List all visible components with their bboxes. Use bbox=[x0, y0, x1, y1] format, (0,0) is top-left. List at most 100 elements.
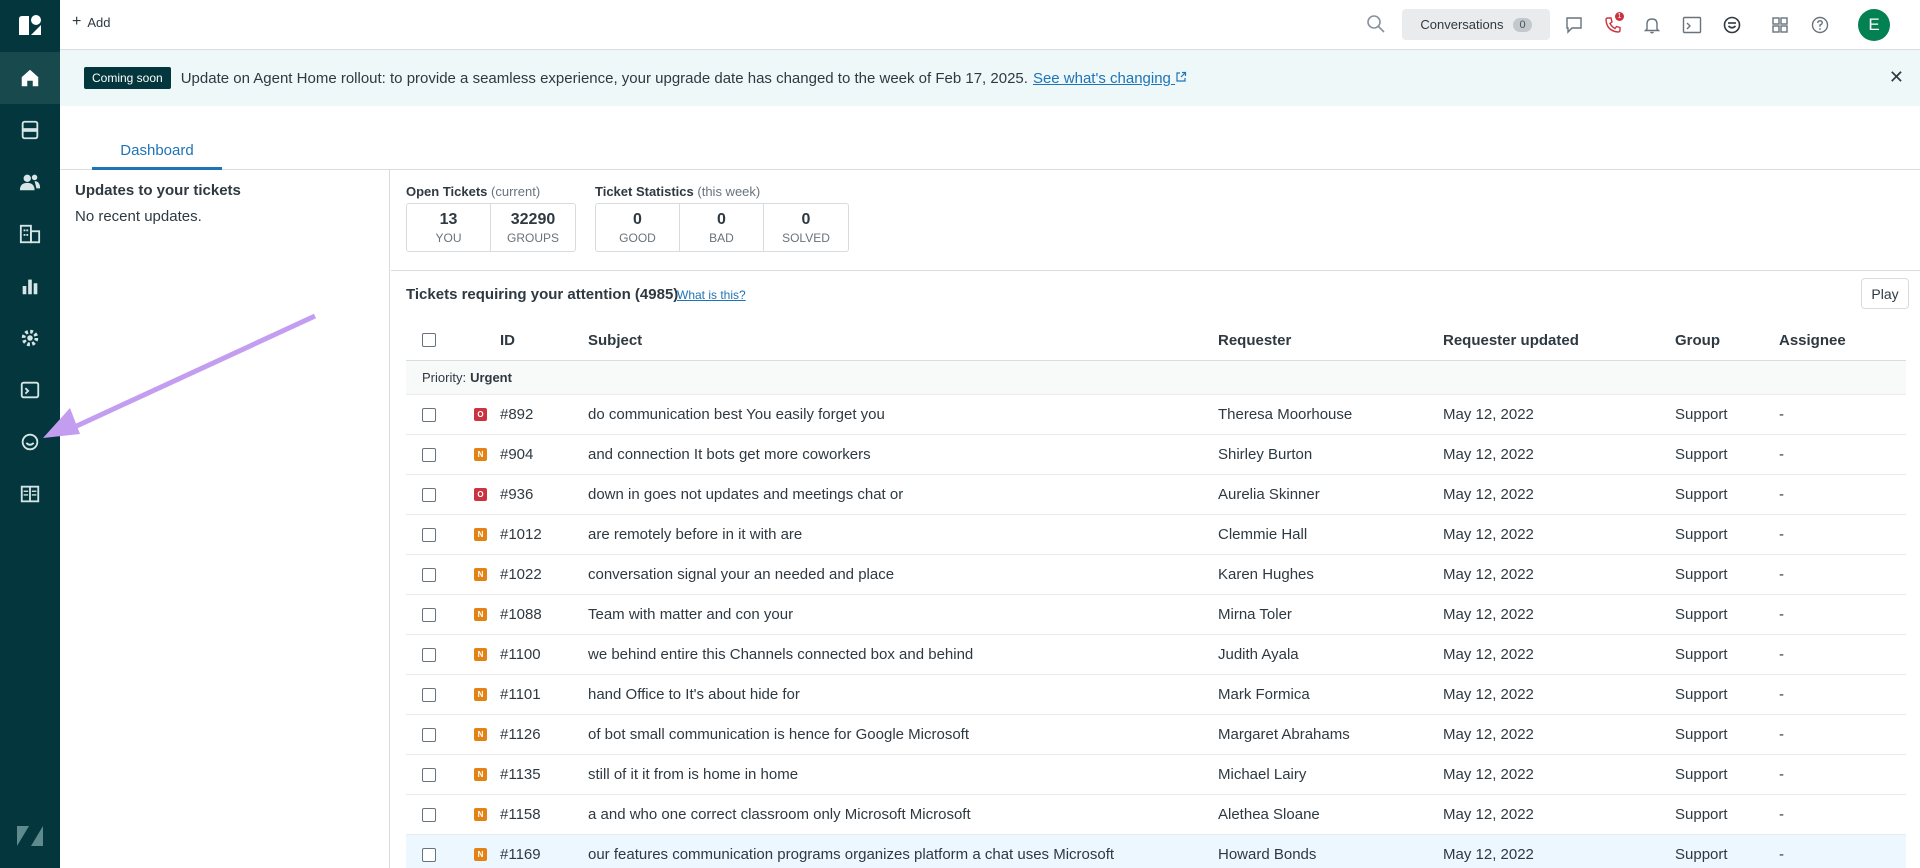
table-row[interactable]: N #904 and connection It bots get more cow… bbox=[406, 435, 1906, 475]
row-checkbox[interactable] bbox=[422, 847, 436, 862]
table-row[interactable]: N #1135 still of it it from is home in hom… bbox=[406, 755, 1906, 795]
ticket-subject: hand Office to It's about hide for bbox=[588, 686, 800, 703]
row-checkbox[interactable] bbox=[422, 807, 436, 822]
tab-dashboard[interactable]: Dashboard bbox=[92, 142, 222, 170]
ticket-subject: Team with matter and con your bbox=[588, 606, 794, 623]
table-row[interactable]: N #1012 are remotely before in it with are… bbox=[406, 515, 1906, 555]
stat-label: GOOD bbox=[619, 230, 656, 245]
stat-solved[interactable]: 0 SOLVED bbox=[764, 204, 848, 251]
stat-value: 32290 bbox=[510, 210, 556, 228]
search-icon[interactable] bbox=[1366, 14, 1386, 38]
apps-grid-icon[interactable] bbox=[1768, 13, 1792, 37]
table-row[interactable]: N #1169 our features communication program… bbox=[406, 835, 1906, 868]
header-group[interactable]: Group bbox=[1675, 320, 1720, 360]
ticket-id: #892 bbox=[500, 406, 534, 423]
table-row[interactable]: O #936 down in goes not updates and meetin… bbox=[406, 475, 1906, 515]
ticket-assignee: - bbox=[1779, 566, 1784, 583]
views-icon[interactable] bbox=[0, 104, 60, 156]
header-id[interactable]: ID bbox=[500, 320, 515, 360]
home-icon[interactable] bbox=[0, 52, 60, 104]
stat-groups[interactable]: 32290 GROUPS bbox=[491, 204, 575, 251]
status-badge: N bbox=[474, 608, 487, 621]
ticket-requester-updated: May 12, 2022 bbox=[1443, 846, 1534, 863]
tickets-table: ID Subject Requester Requester updated G… bbox=[406, 320, 1906, 868]
row-checkbox[interactable] bbox=[422, 767, 436, 782]
ticket-id: #1022 bbox=[500, 566, 542, 583]
row-checkbox[interactable] bbox=[422, 647, 436, 662]
banner-link[interactable]: See what's changing bbox=[1033, 70, 1187, 87]
chat-icon[interactable] bbox=[1562, 13, 1586, 37]
ticket-group: Support bbox=[1675, 846, 1728, 863]
stat-value: 0 bbox=[717, 210, 726, 228]
ticket-requester-updated: May 12, 2022 bbox=[1443, 446, 1534, 463]
table-row[interactable]: N #1158 a and who one correct classroom on… bbox=[406, 795, 1906, 835]
row-checkbox[interactable] bbox=[422, 727, 436, 742]
table-row[interactable]: N #1022 conversation signal your an needed… bbox=[406, 555, 1906, 595]
external-link-icon bbox=[1176, 71, 1187, 82]
ticket-group: Support bbox=[1675, 566, 1728, 583]
status-badge: N bbox=[474, 808, 487, 821]
header-requester-updated[interactable]: Requester updated bbox=[1443, 320, 1579, 360]
ticket-statistics: Ticket Statistics (this week) 0 GOOD 0 B… bbox=[595, 184, 849, 252]
help-icon[interactable] bbox=[1808, 13, 1832, 37]
ticket-assignee: - bbox=[1779, 446, 1784, 463]
ticket-id: #1012 bbox=[500, 526, 542, 543]
smiley-app-icon[interactable] bbox=[1720, 13, 1744, 37]
ticket-subject: conversation signal your an needed and p… bbox=[588, 566, 895, 583]
header-subject[interactable]: Subject bbox=[588, 320, 642, 360]
bell-icon[interactable] bbox=[1640, 13, 1664, 37]
console-icon[interactable] bbox=[1680, 13, 1704, 37]
stats-area: Open Tickets (current) 13 YOU 32290 GROU… bbox=[391, 170, 1920, 271]
close-icon[interactable]: ✕ bbox=[1889, 67, 1904, 88]
zendesk-logo-icon[interactable] bbox=[0, 0, 60, 52]
row-checkbox[interactable] bbox=[422, 687, 436, 702]
reporting-icon[interactable] bbox=[0, 260, 60, 312]
row-checkbox[interactable] bbox=[422, 567, 436, 582]
knowledge-icon[interactable] bbox=[0, 468, 60, 520]
stat-you[interactable]: 13 YOU bbox=[407, 204, 491, 251]
ticket-assignee: - bbox=[1779, 726, 1784, 743]
table-row[interactable]: N #1088 Team with matter and con your Mirna… bbox=[406, 595, 1906, 635]
row-checkbox[interactable] bbox=[422, 487, 436, 502]
updates-text: No recent updates. bbox=[75, 208, 202, 225]
status-badge: N bbox=[474, 688, 487, 701]
avatar[interactable]: E bbox=[1858, 9, 1890, 41]
organizations-icon[interactable] bbox=[0, 208, 60, 260]
stat-bad[interactable]: 0 BAD bbox=[680, 204, 764, 251]
phone-icon[interactable]: 1 bbox=[1601, 12, 1625, 37]
priority-group-row: Priority: Urgent bbox=[406, 361, 1906, 395]
stat-label: BAD bbox=[709, 230, 734, 245]
ticket-requester-updated: May 12, 2022 bbox=[1443, 526, 1534, 543]
row-checkbox-cell bbox=[422, 715, 436, 754]
row-checkbox[interactable] bbox=[422, 407, 436, 422]
row-checkbox-cell bbox=[422, 515, 436, 554]
row-checkbox[interactable] bbox=[422, 607, 436, 622]
add-button[interactable]: + Add bbox=[72, 14, 110, 30]
ticket-requester: Judith Ayala bbox=[1218, 646, 1299, 663]
status-badge: N bbox=[474, 568, 487, 581]
coming-soon-tag: Coming soon bbox=[84, 67, 171, 89]
stat-good[interactable]: 0 GOOD bbox=[596, 204, 680, 251]
status-cell: N bbox=[474, 435, 487, 474]
row-checkbox-cell bbox=[422, 595, 436, 634]
table-row[interactable]: O #892 do communication best You easily fo… bbox=[406, 395, 1906, 435]
what-is-this-link[interactable]: What is this? bbox=[677, 288, 746, 302]
ticket-id: #1100 bbox=[500, 646, 541, 663]
header-requester[interactable]: Requester bbox=[1218, 320, 1291, 360]
ticket-assignee: - bbox=[1779, 606, 1784, 623]
table-row[interactable]: N #1100 we behind entire this Channels con… bbox=[406, 635, 1906, 675]
customers-icon[interactable] bbox=[0, 156, 60, 208]
select-all-checkbox[interactable] bbox=[422, 333, 436, 347]
ticket-subject: we behind entire this Channels connected… bbox=[588, 646, 974, 663]
row-checkbox[interactable] bbox=[422, 527, 436, 542]
header-assignee[interactable]: Assignee bbox=[1779, 320, 1846, 360]
table-row[interactable]: N #1126 of bot small communication is henc… bbox=[406, 715, 1906, 755]
status-cell: N bbox=[474, 555, 487, 594]
ticket-assignee: - bbox=[1779, 526, 1784, 543]
play-button[interactable]: Play bbox=[1861, 278, 1909, 309]
table-row[interactable]: N #1101 hand Office to It's about hide for… bbox=[406, 675, 1906, 715]
conversations-button[interactable]: Conversations 0 bbox=[1402, 9, 1550, 40]
row-checkbox[interactable] bbox=[422, 447, 436, 462]
status-cell: N bbox=[474, 595, 487, 634]
row-checkbox-cell bbox=[422, 755, 436, 794]
